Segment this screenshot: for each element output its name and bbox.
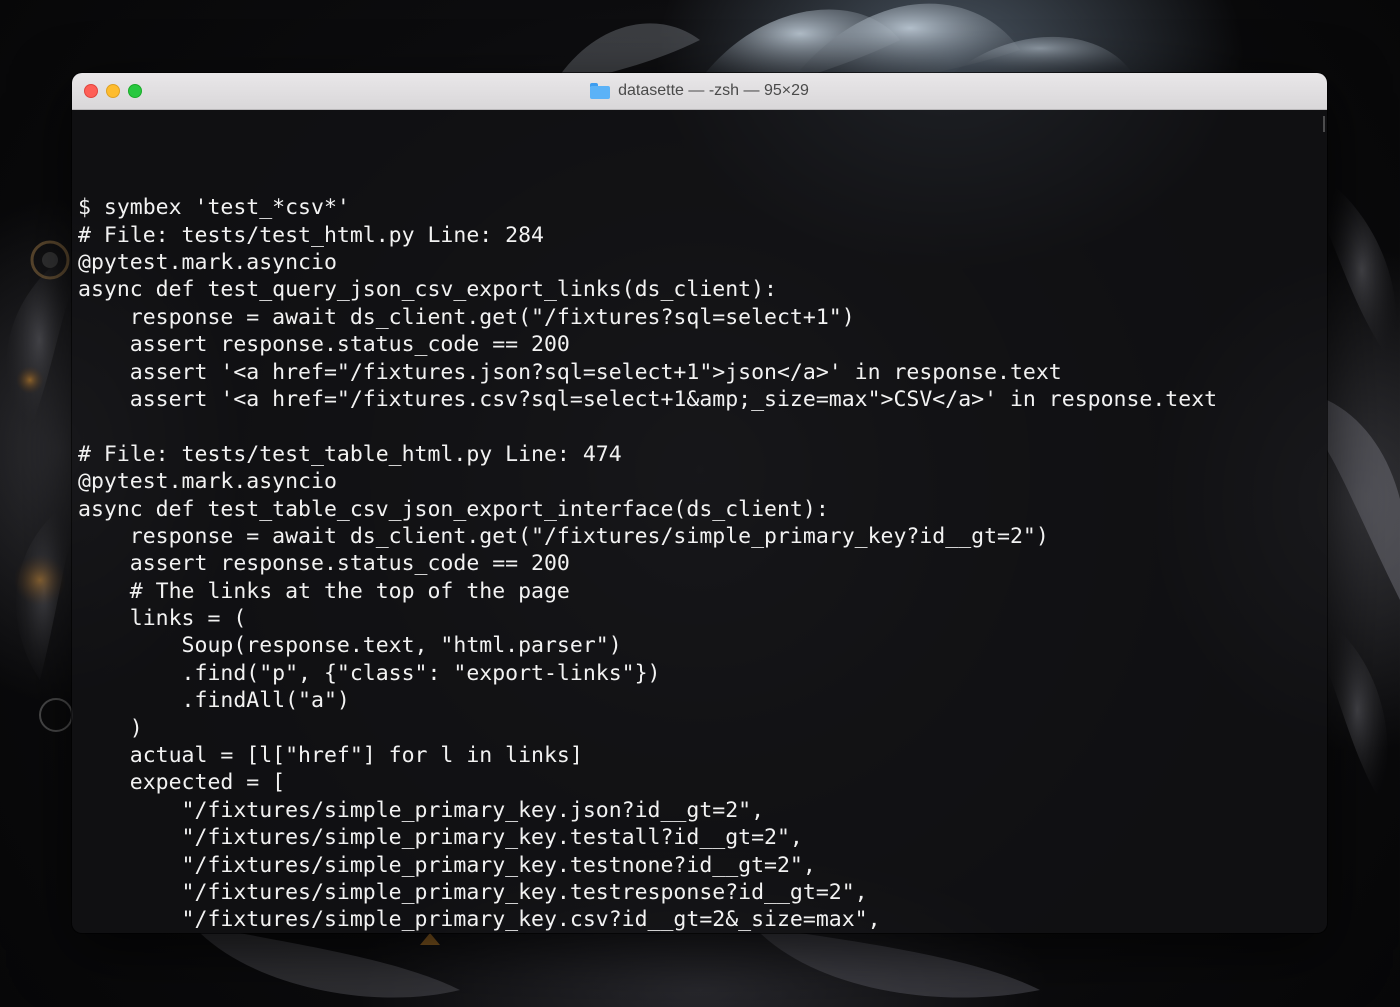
output-line: assert response.status_code == 200 [78, 332, 570, 358]
output-line: .findAll("a") [78, 688, 350, 714]
output-line: actual = [l["href"] for l in links] [78, 743, 583, 769]
terminal-window[interactable]: datasette — -zsh — 95×29 $ symbex 'test_… [72, 73, 1327, 933]
zoom-button[interactable] [128, 84, 142, 98]
window-title: datasette — -zsh — 95×29 [618, 82, 809, 99]
window-title-group: datasette — -zsh — 95×29 [72, 73, 1327, 109]
output-line: "/fixtures/simple_primary_key.testnone?i… [78, 852, 816, 878]
window-controls [72, 84, 142, 98]
scrollbar[interactable] [1323, 116, 1325, 132]
output-line: Soup(response.text, "html.parser") [78, 633, 622, 659]
output-line: # File: tests/test_html.py Line: 284 [78, 222, 544, 248]
output-line: async def test_query_json_csv_export_lin… [78, 277, 777, 303]
output-line: @pytest.mark.asyncio [78, 469, 337, 495]
command-line: $ symbex 'test_*csv*' [78, 195, 350, 221]
output-line: "/fixtures/simple_primary_key.json?id__g… [78, 797, 765, 823]
title-bar[interactable]: datasette — -zsh — 95×29 [72, 73, 1327, 110]
output-line: # File: tests/test_table_html.py Line: 4… [78, 441, 622, 467]
output-line: "/fixtures/simple_primary_key.csv?id__gt… [78, 907, 881, 933]
output-line: @pytest.mark.asyncio [78, 250, 337, 275]
output-line: assert '<a href="/fixtures.csv?sql=selec… [78, 386, 1218, 412]
output-line: response = await ds_client.get("/fixture… [78, 304, 855, 330]
output-line: assert response.status_code == 200 [78, 551, 570, 577]
output-line: "/fixtures/simple_primary_key.testall?id… [78, 825, 803, 851]
minimize-button[interactable] [106, 84, 120, 98]
output-line: .find("p", {"class": "export-links"}) [78, 660, 661, 686]
output-line: async def test_table_csv_json_export_int… [78, 496, 829, 522]
close-button[interactable] [84, 84, 98, 98]
output-line: response = await ds_client.get("/fixture… [78, 523, 1049, 549]
output-line: ) [78, 715, 143, 741]
output-line: "/fixtures/simple_primary_key.testrespon… [78, 879, 868, 905]
output-line: links = ( [78, 606, 247, 632]
output-line: # The links at the top of the page [78, 578, 570, 604]
terminal-output[interactable]: $ symbex 'test_*csv*' # File: tests/test_… [72, 110, 1327, 933]
folder-icon [590, 83, 611, 99]
output-line: expected = [ [78, 770, 286, 796]
output-line: assert '<a href="/fixtures.json?sql=sele… [78, 359, 1062, 385]
